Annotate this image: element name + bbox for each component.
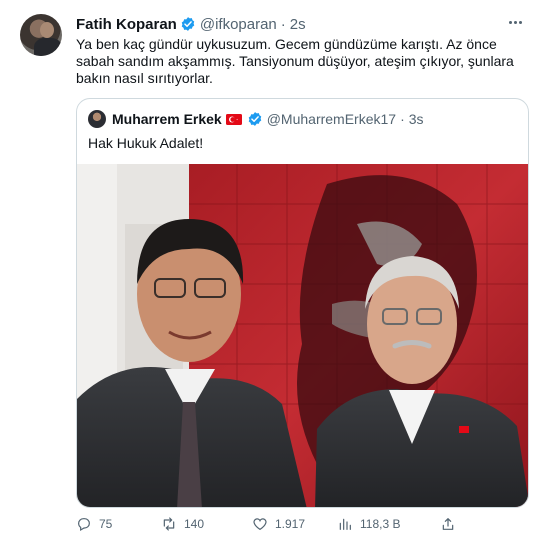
views-button[interactable]: 118,3 B — [337, 516, 400, 532]
author-name[interactable]: Fatih Koparan — [76, 16, 177, 33]
avatar-figure-body — [34, 38, 62, 56]
quoted-author-handle[interactable]: @MuharremErkek17 — [267, 111, 396, 127]
tweet-actions: 75 140 1.917 118,3 B — [76, 516, 476, 534]
verified-badge-icon — [181, 17, 195, 31]
turkey-flag-icon — [225, 113, 242, 125]
retweet-count: 140 — [184, 517, 205, 531]
reply-button[interactable]: 75 — [76, 516, 112, 532]
author-avatar[interactable] — [20, 14, 62, 56]
tweet-time[interactable]: 2s — [290, 16, 306, 33]
views-icon — [339, 518, 351, 530]
like-count: 1.917 — [275, 517, 306, 531]
quoted-tweet-photo[interactable] — [77, 164, 529, 508]
verified-badge-icon — [248, 112, 261, 126]
author-handle[interactable]: @ifkoparan — [200, 16, 277, 33]
more-options-icon[interactable] — [503, 12, 527, 32]
tweet[interactable]: Fatih Koparan @ifkoparan · 2s Ya ben kaç… — [0, 0, 541, 548]
separator-dot: · — [280, 15, 286, 33]
view-count: 118,3 B — [360, 517, 401, 531]
quoted-tweet-header: Muharrem Erkek @MuharremErkek17 · 3s — [88, 109, 424, 129]
like-button[interactable]: 1.917 — [252, 516, 305, 532]
quoted-tweet-text: Hak Hukuk Adalet! — [88, 135, 204, 151]
avatar-figure — [40, 22, 54, 38]
share-icon — [442, 518, 454, 530]
retweet-button[interactable]: 140 — [161, 516, 204, 532]
quoted-tweet[interactable]: Muharrem Erkek @MuharremErkek17 · 3s Hak… — [76, 98, 529, 508]
separator-dot: · — [400, 111, 405, 127]
heart-icon — [253, 518, 267, 531]
tweet-text: Ya ben kaç gündür uykusuzum. Gecem gündü… — [76, 36, 514, 86]
share-button[interactable] — [440, 516, 456, 532]
reply-count: 75 — [99, 517, 113, 531]
retweet-icon — [163, 517, 175, 531]
quoted-author-name[interactable]: Muharrem Erkek — [112, 111, 222, 127]
reply-icon — [78, 518, 90, 532]
quoted-tweet-time[interactable]: 3s — [409, 111, 424, 127]
quoted-author-avatar[interactable] — [88, 110, 106, 128]
tweet-header: Fatih Koparan @ifkoparan · 2s — [76, 14, 306, 34]
